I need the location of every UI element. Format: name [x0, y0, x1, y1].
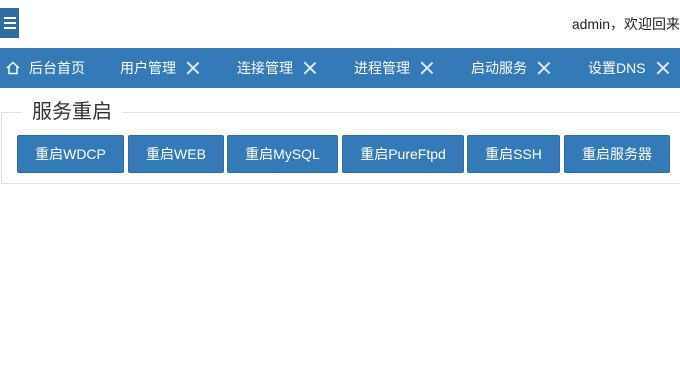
restart-server-button[interactable]: 重启服务器 — [564, 135, 670, 173]
tab-user-management[interactable]: 用户管理 — [120, 48, 200, 88]
tab-label: 用户管理 — [120, 60, 176, 76]
tab-label: 启动服务 — [471, 60, 527, 76]
welcome-message: admin，欢迎回来 — [571, 16, 680, 32]
home-icon — [6, 61, 20, 75]
tab-label: 进程管理 — [354, 60, 410, 76]
tab-bar: 后台首页 用户管理 连接管理 进程管理 启动服务 设置DNS — [0, 48, 680, 88]
restart-web-button[interactable]: 重启WEB — [128, 135, 224, 173]
restart-mysql-button[interactable]: 重启MySQL — [227, 135, 338, 173]
top-header: admin，欢迎回来 — [0, 0, 680, 48]
close-icon[interactable] — [420, 61, 434, 75]
restart-pureftpd-button[interactable]: 重启PureFtpd — [342, 135, 464, 173]
close-icon[interactable] — [656, 61, 670, 75]
tab-label: 连接管理 — [237, 60, 293, 76]
close-icon[interactable] — [186, 61, 200, 75]
tab-home[interactable]: 后台首页 — [6, 48, 85, 88]
restart-wdcp-button[interactable]: 重启WDCP — [17, 135, 124, 173]
tab-start-service[interactable]: 启动服务 — [471, 48, 551, 88]
close-icon[interactable] — [537, 61, 551, 75]
hamburger-menu-icon[interactable] — [0, 8, 19, 38]
tab-label: 后台首页 — [29, 60, 85, 76]
panel-title: 服务重启 — [32, 101, 112, 123]
close-icon[interactable] — [303, 61, 317, 75]
tab-label: 设置DNS — [588, 60, 646, 76]
tab-set-dns[interactable]: 设置DNS — [588, 48, 670, 88]
tab-process-management[interactable]: 进程管理 — [354, 48, 434, 88]
tab-connection-management[interactable]: 连接管理 — [237, 48, 317, 88]
restart-ssh-button[interactable]: 重启SSH — [467, 135, 560, 173]
